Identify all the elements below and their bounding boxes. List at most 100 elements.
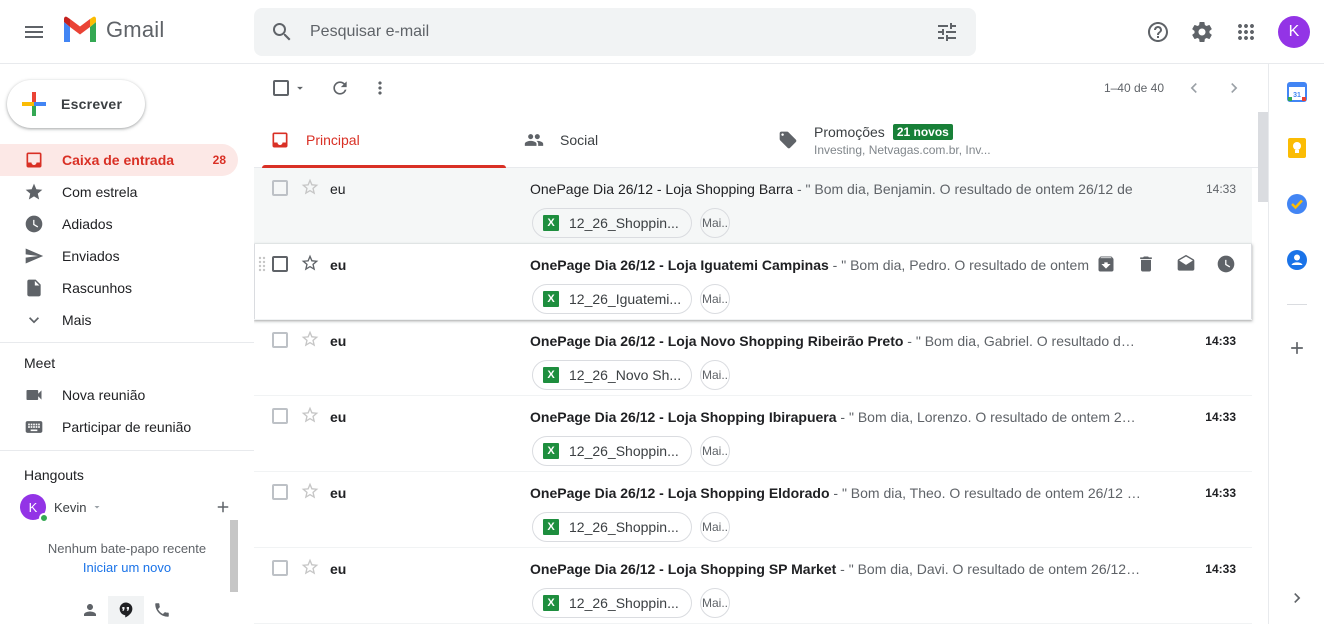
attachment-chip[interactable]: X 12_26_Iguatemi...: [532, 284, 692, 314]
join-meeting-item[interactable]: Participar de reunião: [0, 411, 238, 443]
inbox-tab-icon: [272, 132, 288, 148]
tune-icon: [938, 23, 956, 41]
email-row[interactable]: eu OnePage Dia 26/12 - Loja Novo Shopping…: [254, 320, 1252, 396]
attachment-chip[interactable]: X 12_26_Shoppin...: [532, 588, 692, 618]
hangouts-user-name: Kevin: [54, 499, 87, 515]
star-toggle-icon[interactable]: [300, 481, 320, 501]
email-subject: OnePage Dia 26/12 - Loja Shopping Barra: [530, 181, 794, 197]
star-toggle-icon[interactable]: [300, 329, 320, 349]
nav-item-starred[interactable]: Com estrela: [0, 176, 238, 208]
snooze-button[interactable]: [1206, 250, 1246, 278]
support-button[interactable]: [1138, 12, 1178, 52]
star-toggle-icon[interactable]: [300, 253, 320, 273]
next-page-button[interactable]: [1214, 68, 1254, 108]
search-input[interactable]: [310, 23, 918, 41]
email-checkbox[interactable]: [272, 408, 288, 424]
email-time: 14:33: [1205, 334, 1236, 348]
show-side-panel-button[interactable]: [1285, 586, 1309, 610]
help-icon: [1148, 22, 1168, 42]
tab-label: Promoções: [814, 123, 885, 140]
conversations-tab[interactable]: [108, 596, 144, 624]
search-button[interactable]: [254, 8, 310, 56]
hangouts-title: Hangouts: [24, 467, 84, 483]
attachment-name: 12_26_Shoppin...: [569, 443, 679, 459]
email-checkbox[interactable]: [272, 332, 288, 348]
main-scrollbar[interactable]: [1256, 112, 1268, 624]
email-row[interactable]: eu OnePage Dia 26/12 - Loja Shopping Barr…: [254, 168, 1252, 244]
calendar-app-button[interactable]: 31: [1285, 80, 1309, 104]
more-attachments-chip[interactable]: Mai...: [700, 436, 730, 466]
more-options-button[interactable]: [360, 68, 400, 108]
more-attachments-chip[interactable]: Mai...: [700, 512, 730, 542]
more-attachments-chip[interactable]: Mai...: [700, 588, 730, 618]
star-toggle-icon[interactable]: [300, 557, 320, 577]
star-toggle-icon[interactable]: [300, 177, 320, 197]
account-avatar[interactable]: K: [1278, 16, 1310, 48]
add-chat-button[interactable]: [214, 498, 232, 519]
nav-item-snoozed[interactable]: Adiados: [0, 208, 238, 240]
new-meeting-item[interactable]: Nova reunião: [0, 379, 238, 411]
email-subject-line: OnePage Dia 26/12 - Loja Novo Shopping R…: [530, 333, 1142, 349]
star-toggle-icon[interactable]: [300, 405, 320, 425]
tab-social[interactable]: Social: [508, 112, 762, 168]
email-row[interactable]: eu OnePage Dia 26/12 - Loja Shopping Ibir…: [254, 396, 1252, 472]
refresh-button[interactable]: [320, 68, 360, 108]
email-checkbox[interactable]: [272, 256, 288, 272]
calls-tab[interactable]: [144, 596, 180, 624]
attachment-chip[interactable]: X 12_26_Shoppin...: [532, 208, 692, 238]
compose-button[interactable]: Escrever: [7, 80, 145, 128]
settings-button[interactable]: [1182, 12, 1222, 52]
chevron-left-icon: [1190, 83, 1197, 93]
email-checkbox[interactable]: [272, 560, 288, 576]
top-bar: Gmail K: [0, 0, 1324, 64]
email-sender: eu: [330, 485, 347, 501]
tasks-app-button[interactable]: [1285, 192, 1309, 216]
drag-handle-icon[interactable]: [258, 256, 266, 272]
archive-button[interactable]: [1086, 250, 1126, 278]
email-checkbox[interactable]: [272, 180, 288, 196]
email-row[interactable]: eu OnePage Dia 26/12 - Loja Shopping SP M…: [254, 548, 1252, 624]
email-checkbox[interactable]: [272, 484, 288, 500]
apps-button[interactable]: [1226, 12, 1266, 52]
more-attachments-chip[interactable]: Mai...: [700, 208, 730, 238]
email-subject: OnePage Dia 26/12 - Loja Shopping SP Mar…: [530, 561, 837, 577]
contacts-tab[interactable]: [72, 596, 108, 624]
email-row[interactable]: eu OnePage Dia 26/12 - Loja Iguatemi Camp…: [254, 244, 1252, 320]
get-addons-button[interactable]: [1285, 336, 1309, 360]
nav-label: Adiados: [62, 216, 113, 232]
email-snippet: - " Bom dia, Davi. O resultado de ontem …: [836, 561, 1142, 577]
start-chat-link[interactable]: Iniciar um novo: [0, 558, 254, 577]
mark-read-button[interactable]: [1166, 250, 1206, 278]
gmail-logo[interactable]: Gmail: [62, 16, 164, 44]
hangouts-user[interactable]: K Kevin: [0, 491, 254, 523]
compose-plus-icon: [22, 92, 46, 116]
scrollbar-thumb[interactable]: [1258, 112, 1268, 202]
previous-page-button[interactable]: [1174, 68, 1214, 108]
email-row[interactable]: eu OnePage Dia 26/12 - Loja Shopping Eldo…: [254, 472, 1252, 548]
calendar-icon: 31: [1287, 82, 1307, 102]
attachment-chip[interactable]: X 12_26_Novo Sh...: [532, 360, 692, 390]
svg-text:31: 31: [1293, 92, 1301, 99]
search-options-button[interactable]: [918, 8, 976, 56]
nav-item-inbox[interactable]: Caixa de entrada 28: [0, 144, 238, 176]
select-all-checkbox[interactable]: [268, 68, 312, 108]
nav-item-more[interactable]: Mais: [0, 304, 238, 336]
keep-icon: [1288, 138, 1306, 158]
more-attachments-chip[interactable]: Mai...: [700, 284, 730, 314]
nav-label: Enviados: [62, 248, 120, 264]
more-attachments-chip[interactable]: Mai...: [700, 360, 730, 390]
nav-item-drafts[interactable]: Rascunhos: [0, 272, 238, 304]
main-menu-button[interactable]: [14, 12, 54, 52]
delete-button[interactable]: [1126, 250, 1166, 278]
keep-app-button[interactable]: [1285, 136, 1309, 160]
nav-item-sent[interactable]: Enviados: [0, 240, 238, 272]
chat-scrollbar[interactable]: [230, 520, 238, 592]
contacts-app-button[interactable]: [1285, 248, 1309, 272]
online-status-dot: [39, 513, 49, 523]
tab-primary[interactable]: Principal: [254, 112, 508, 168]
unread-count: 28: [212, 153, 226, 167]
attachment-chip[interactable]: X 12_26_Shoppin...: [532, 512, 692, 542]
tab-promotions[interactable]: Promoções 21 novos Investing, Netvagas.c…: [762, 112, 1062, 168]
attachment-chip[interactable]: X 12_26_Shoppin...: [532, 436, 692, 466]
plus-icon: [217, 501, 229, 513]
